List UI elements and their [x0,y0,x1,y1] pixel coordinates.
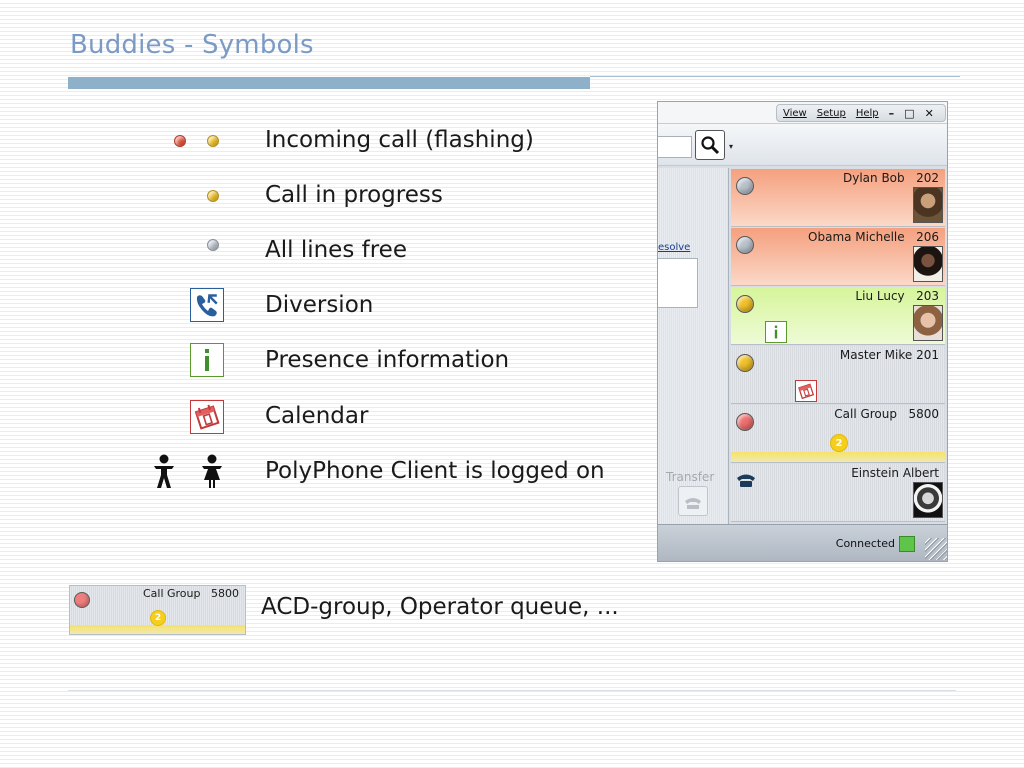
search-toolbar: ▾ [658,124,947,166]
title-rule-thin [590,76,960,77]
queue-count-badge: 2 [830,434,848,452]
buddy-number: 206 [916,230,939,244]
legend-label-lines-free: All lines free [265,237,407,263]
call-group-name: Call Group [142,587,201,600]
buddy-name: Call Group [834,407,897,421]
queue-bar [731,452,945,462]
phone-icon [685,498,701,509]
incoming-call-symbol [174,134,222,150]
buddy-name: Einstein Albert [851,466,939,480]
person-dress-icon [202,454,222,488]
buddy-name: Obama Michelle [808,230,905,244]
buddy-row[interactable]: Obama Michelle 206 [731,228,945,286]
buddy-name: Master Mike [839,348,913,362]
presence-info-icon[interactable] [765,321,787,343]
buddy-row[interactable]: Master Mike 201 [731,346,945,404]
buddy-name: Dylan Bob [843,171,905,185]
window-title-bar: View Setup Help – □ ✕ [658,102,947,124]
avatar [913,305,943,341]
connection-status: Connected [835,537,895,550]
legend-label-logged-on: PolyPhone Client is logged on [265,458,605,484]
queue-bar [70,625,245,634]
call-group-number: 5800 [211,587,239,600]
red-dot-icon [174,135,186,147]
buddy-app-window: View Setup Help – □ ✕ ▾ esolve Transfer [657,101,948,562]
call-panel: esolve Transfer [658,168,729,524]
phone-icon [737,474,755,487]
diversion-icon [190,288,224,322]
menu-setup[interactable]: Setup [817,108,846,119]
slide-title: Buddies - Symbols [70,30,314,60]
menu-view[interactable]: View [783,108,807,119]
buddy-number: 5800 [908,407,939,421]
legend-label-calendar: Calendar [265,403,369,429]
buddy-row[interactable]: Einstein Albert [731,464,945,522]
legend-label-presence: Presence information [265,347,510,373]
status-dot-icon [736,177,754,195]
buddy-name: Liu Lucy [855,289,905,303]
queue-count-badge: 2 [150,610,166,626]
connection-status-icon [899,536,915,552]
call-group-sample: Call Group 5800 2 [69,585,246,635]
notes-box[interactable] [658,258,698,308]
status-dot-icon [74,592,90,608]
legend-label-diversion: Diversion [265,292,374,318]
buddy-number: 201 [916,348,939,362]
avatar [913,246,943,282]
buddy-number: 202 [916,171,939,185]
close-button[interactable]: ✕ [925,107,934,120]
search-dropdown-icon[interactable]: ▾ [729,142,733,151]
buddy-row[interactable]: Dylan Bob 202 [731,169,945,227]
maximize-button[interactable]: □ [904,107,914,120]
lines-free-symbol [207,239,221,253]
calendar-icon[interactable] [795,380,817,402]
title-rule [68,77,590,89]
person-icon [154,454,174,488]
status-dot-icon [736,413,754,431]
search-input[interactable] [658,136,692,158]
acd-group-description: ACD-group, Operator queue, ... [261,594,619,620]
avatar [913,187,943,223]
buddy-row[interactable]: Call Group 5800 2 [731,405,945,463]
minimize-button[interactable]: – [889,107,895,120]
status-dot-icon [736,236,754,254]
transfer-button[interactable] [678,486,708,516]
search-icon [701,136,720,155]
grey-dot-icon [207,239,219,251]
resize-grip[interactable] [925,538,947,560]
resolve-link[interactable]: esolve [658,242,690,253]
calendar-icon [190,400,224,434]
transfer-label: Transfer [666,470,715,484]
logged-on-symbol [150,454,230,490]
presence-info-icon [190,343,224,377]
status-dot-icon [736,295,754,313]
footer-rule [68,690,956,691]
buddy-row[interactable]: Liu Lucy 203 [731,287,945,345]
yellow-dot-icon [207,190,219,202]
yellow-dot-icon [207,135,219,147]
avatar [913,482,943,518]
status-dot-icon [736,354,754,372]
menu-help[interactable]: Help [856,108,879,119]
status-bar: Connected [658,524,947,561]
buddy-number: 203 [916,289,939,303]
legend-label-call-in-progress: Call in progress [265,182,443,208]
window-menu-bar: View Setup Help – □ ✕ [776,104,946,122]
call-in-progress-symbol [207,190,221,204]
search-button[interactable] [695,130,725,160]
legend-label-incoming: Incoming call (flashing) [265,127,534,153]
